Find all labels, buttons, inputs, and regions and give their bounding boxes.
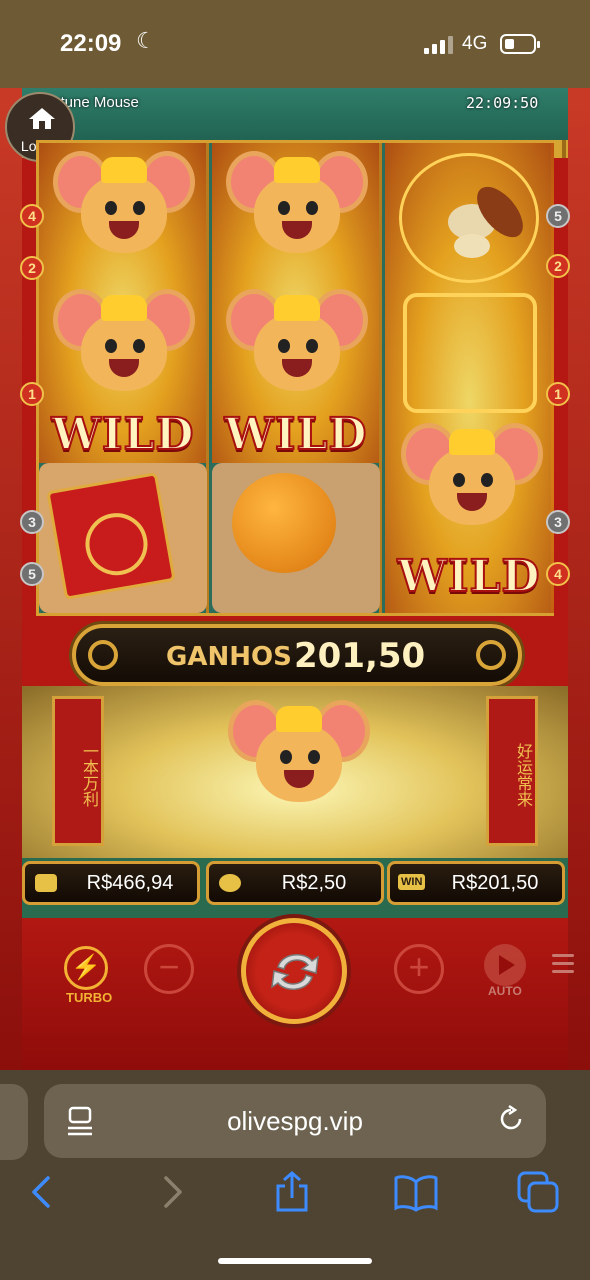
payline-marker-right: 5 xyxy=(546,204,570,228)
side-border-left xyxy=(0,88,22,1070)
payline-marker-left: 4 xyxy=(20,204,44,228)
payline-marker-right: 3 xyxy=(546,510,570,534)
browser-chrome: olivespg.vip xyxy=(0,1070,590,1280)
balance-display: R$466,94 xyxy=(22,861,200,905)
previous-tab-stub[interactable] xyxy=(0,1084,28,1160)
red-envelope-symbol xyxy=(46,472,176,600)
gold-coin-symbol xyxy=(403,293,537,413)
game-area: Fortune Mouse 22:09:50 Lobby xyxy=(0,88,590,1070)
home-icon xyxy=(29,108,55,129)
pillar-right-text: 好运常来 xyxy=(514,743,533,807)
control-panel: ⚡ TURBO − + AUTO xyxy=(22,914,574,1070)
orange-symbol xyxy=(232,473,336,573)
game-clock: 22:09:50 xyxy=(466,94,539,112)
win-banner-amount: 201,50 xyxy=(294,636,426,676)
win-display: WIN R$201,50 xyxy=(387,861,565,905)
payline-marker-right: 2 xyxy=(546,254,570,278)
scroll-ornament-icon xyxy=(476,640,506,670)
reel-grid: WILD WILD WILD xyxy=(36,140,554,616)
side-border-right xyxy=(568,88,590,1070)
wild-mouse-symbol xyxy=(49,289,199,429)
turbo-label: TURBO xyxy=(66,990,113,1005)
win-banner: GANHOS 201,50 xyxy=(72,624,522,686)
pillar-right: 好运常来 xyxy=(486,696,538,846)
orange-symbol-cell xyxy=(212,463,380,613)
spin-arrows-icon xyxy=(271,954,319,990)
plus-icon: + xyxy=(408,946,430,987)
payline-marker-left: 3 xyxy=(20,510,44,534)
mascot-stage: 一本万利 好运常来 xyxy=(22,686,568,858)
battery-icon xyxy=(500,34,540,54)
payline-marker-right: 4 xyxy=(546,562,570,586)
wild-label: WILD xyxy=(50,408,195,461)
wild-mouse-symbol xyxy=(222,289,372,429)
lightning-icon: ⚡ xyxy=(71,954,101,981)
signal-icon xyxy=(424,36,454,54)
coins-icon xyxy=(219,874,241,892)
tabs-icon[interactable] xyxy=(516,1170,560,1214)
network-label: 4G xyxy=(462,33,488,54)
increase-bet-button[interactable]: + xyxy=(394,944,444,994)
peanut-symbol xyxy=(448,186,523,258)
autoplay-label: AUTO xyxy=(488,984,522,998)
status-time: 22:09 xyxy=(60,30,122,57)
wild-label: WILD xyxy=(396,550,541,603)
scroll-ornament-icon xyxy=(88,640,118,670)
reel-3: WILD xyxy=(385,143,554,613)
win-value: R$201,50 xyxy=(451,872,539,894)
bet-value: R$2,50 xyxy=(281,872,347,894)
balance-value: R$466,94 xyxy=(86,872,174,894)
forward-icon[interactable] xyxy=(148,1170,192,1214)
menu-icon[interactable] xyxy=(552,954,574,974)
win-badge-icon: WIN xyxy=(398,874,426,890)
payline-marker-left: 2 xyxy=(20,256,44,280)
back-icon[interactable] xyxy=(22,1170,66,1214)
home-indicator xyxy=(218,1258,372,1264)
status-bar: 22:09 ☾ 4G xyxy=(0,0,590,88)
payline-marker-left: 5 xyxy=(20,562,44,586)
wallet-icon xyxy=(35,874,57,892)
peanut-symbol-cell xyxy=(399,153,539,283)
reel-2: WILD xyxy=(212,143,382,613)
reload-icon[interactable] xyxy=(496,1104,526,1134)
wild-mouse-symbol xyxy=(49,151,199,291)
envelope-symbol-cell xyxy=(39,463,207,613)
share-icon[interactable] xyxy=(270,1170,314,1214)
wild-mouse-symbol xyxy=(222,151,372,291)
win-banner-label: GANHOS xyxy=(166,642,292,672)
decrease-bet-button[interactable]: − xyxy=(144,944,194,994)
pillar-left-text: 一本万利 xyxy=(80,743,99,807)
moon-icon: ☾ xyxy=(136,28,156,53)
payline-marker-left: 1 xyxy=(20,382,44,406)
url-text: olivespg.vip xyxy=(227,1106,363,1136)
autoplay-button[interactable] xyxy=(484,944,526,986)
stats-bar: R$466,94 R$2,50 WIN R$201,50 xyxy=(22,858,568,914)
payline-marker-right: 1 xyxy=(546,382,570,406)
pillar-left: 一本万利 xyxy=(52,696,104,846)
reel-1: WILD xyxy=(39,143,209,613)
wild-mouse-symbol xyxy=(397,423,547,563)
spin-button[interactable] xyxy=(241,918,347,1024)
minus-icon: − xyxy=(158,946,180,987)
address-bar[interactable]: olivespg.vip xyxy=(44,1084,546,1158)
turbo-button[interactable]: ⚡ xyxy=(64,946,108,990)
app-frame: 22:09 ☾ 4G Fortune Mouse 22:09:50 Lobby xyxy=(0,0,590,1280)
bookmarks-icon[interactable] xyxy=(394,1170,438,1214)
bet-display[interactable]: R$2,50 xyxy=(206,861,384,905)
wild-label: WILD xyxy=(223,408,368,461)
mascot-mouse xyxy=(224,700,374,840)
